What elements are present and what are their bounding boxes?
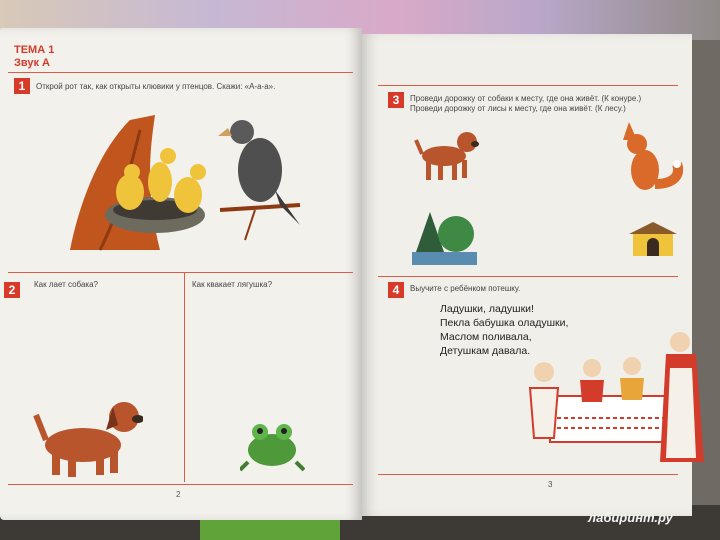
task-number-1: 1 xyxy=(14,78,30,94)
fox-illustration xyxy=(623,122,684,190)
divider xyxy=(8,72,353,73)
task-3-line-2: Проведи дорожку от лисы к месту, где она… xyxy=(410,104,626,113)
task-number-4: 4 xyxy=(388,282,404,298)
site-logo: лабиринт.ру xyxy=(588,510,673,525)
divider xyxy=(8,484,353,485)
task-number-3: 3 xyxy=(388,92,404,108)
background-book-bottom xyxy=(200,520,340,540)
nest-illustration xyxy=(70,115,301,251)
divider xyxy=(378,85,678,86)
frog-illustration xyxy=(240,424,305,472)
forest-illustration xyxy=(412,212,477,265)
divider xyxy=(8,272,353,273)
topic-title: ТЕМА 1 xyxy=(14,44,55,56)
family-table-illustration xyxy=(528,332,704,462)
page-number-left: 2 xyxy=(176,490,181,499)
dog-illustration xyxy=(33,402,143,477)
task-2-question-frog: Как квакает лягушка? xyxy=(192,280,273,289)
poem-line: Ладушки, ладушки! xyxy=(440,303,534,315)
task-4-instruction: Выучите с ребёнком потешку. xyxy=(410,284,521,293)
divider xyxy=(378,474,678,475)
divider xyxy=(378,276,678,277)
small-dog-illustration xyxy=(414,132,479,180)
task-1-instruction: Открой рот так, как открыты клювики у пт… xyxy=(36,82,276,91)
task-3-line-1: Проведи дорожку от собаки к месту, где о… xyxy=(410,94,642,103)
column-divider xyxy=(184,272,185,482)
page-number-right: 3 xyxy=(548,480,553,489)
kennel-illustration xyxy=(629,222,677,256)
topic-sound: Звук А xyxy=(14,57,51,69)
task-2-question-dog: Как лает собака? xyxy=(34,280,98,289)
task-number-2: 2 xyxy=(4,282,20,298)
